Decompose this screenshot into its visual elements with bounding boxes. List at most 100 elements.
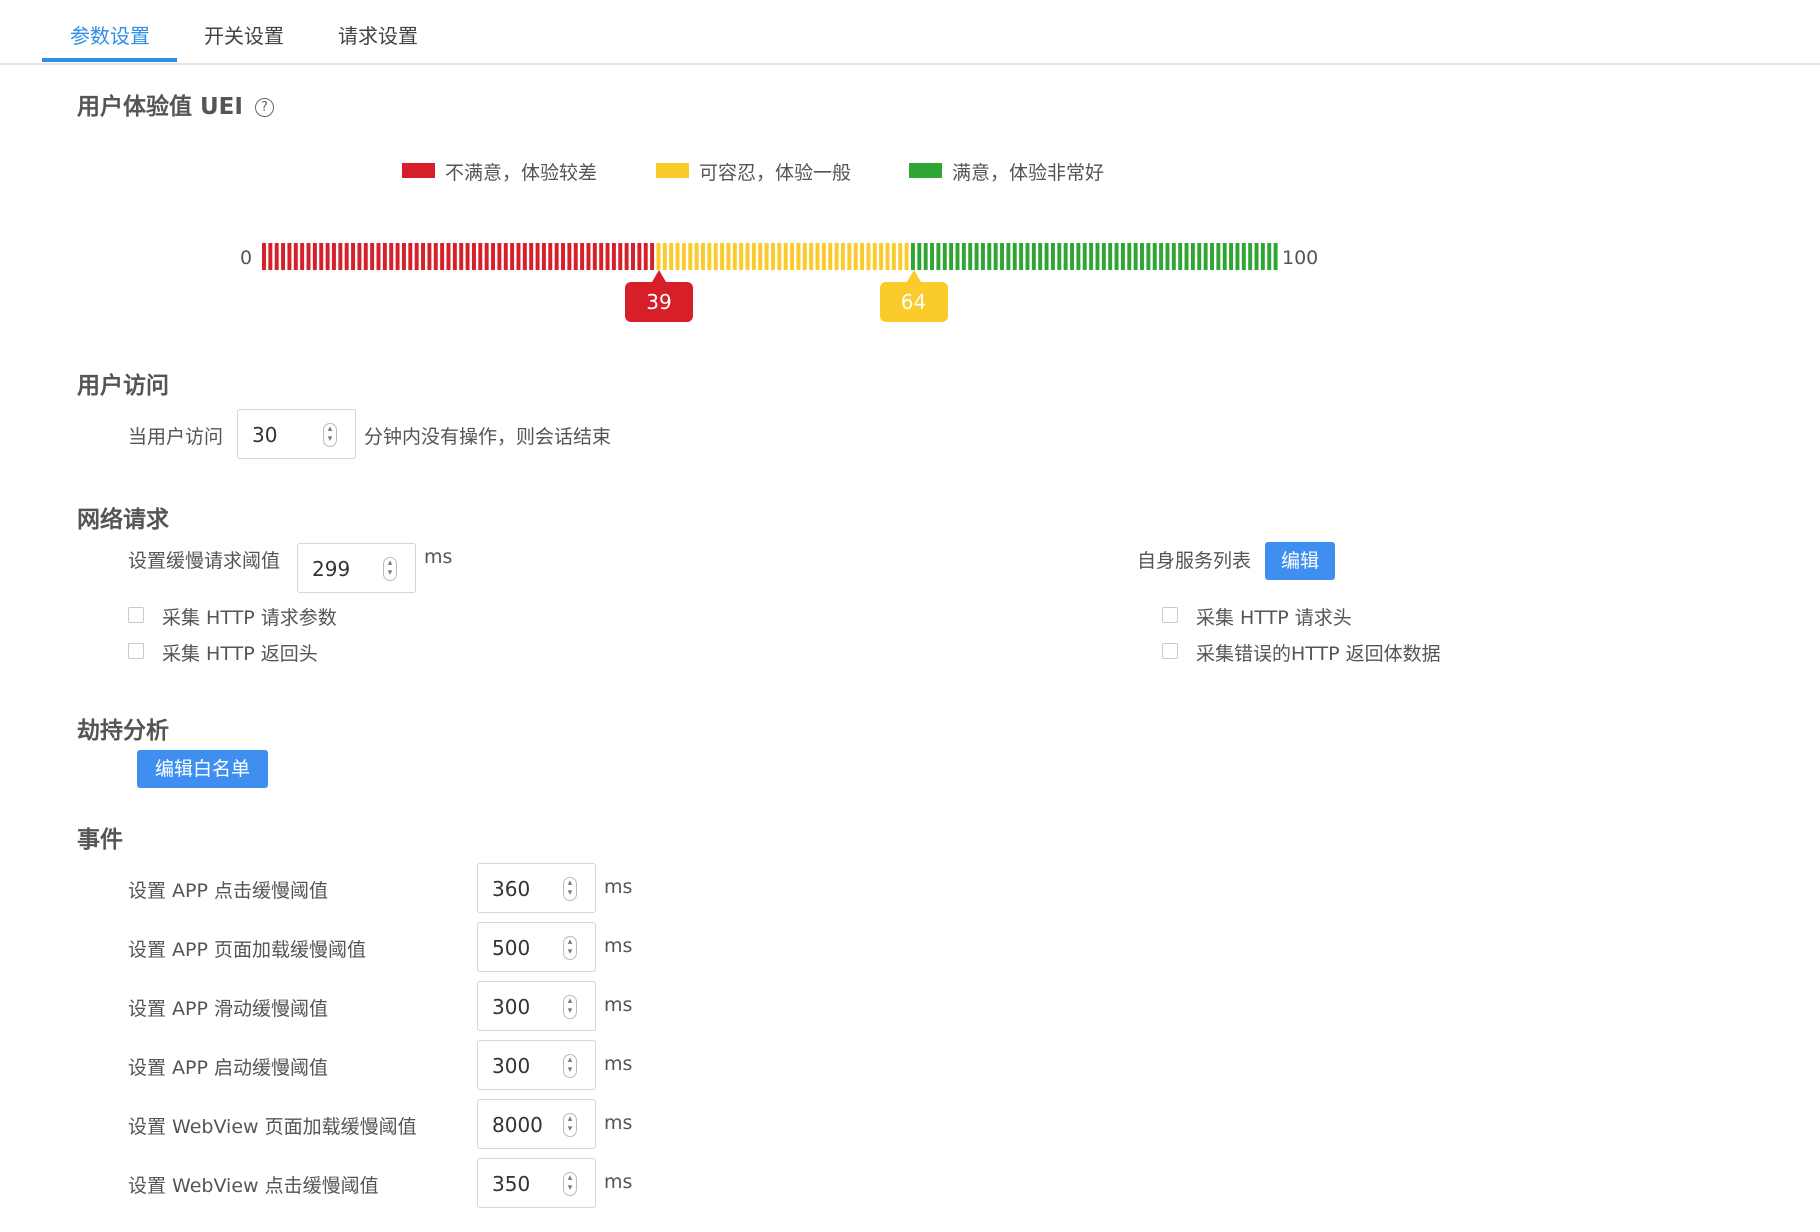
uei-scale-segment	[764, 243, 769, 270]
uei-scale-segment	[611, 243, 616, 270]
uei-scale-segment	[1050, 243, 1055, 270]
event-threshold-stepper[interactable]: 300 ▴ ▾	[477, 1040, 596, 1090]
uei-scale-segment	[904, 243, 909, 270]
tab-switches[interactable]: 开关设置	[204, 20, 284, 49]
event-threshold-unit: ms	[604, 935, 633, 957]
event-threshold-stepper[interactable]: 8000 ▴ ▾	[477, 1099, 596, 1149]
uei-scale-segment	[522, 243, 527, 270]
uei-scale-segment	[491, 243, 495, 270]
event-threshold-stepper[interactable]: 350 ▴ ▾	[477, 1158, 596, 1208]
session-timeout-value: 30	[252, 423, 278, 447]
tab-params[interactable]: 参数设置	[70, 20, 150, 49]
slow-request-unit: ms	[424, 546, 453, 568]
uei-scale-segment	[529, 243, 534, 270]
uei-scale-segment	[898, 243, 903, 270]
user-access-title: 用户访问	[77, 373, 169, 399]
uei-scale-segment	[1178, 243, 1183, 270]
spinner-arrows-icon[interactable]: ▴ ▾	[563, 877, 577, 901]
uei-scale-segment	[1063, 243, 1068, 270]
question-circle-icon[interactable]: ?	[254, 98, 274, 117]
uei-scale-segment	[675, 243, 680, 270]
uei-scale-segment	[351, 243, 356, 270]
collect-request-headers-checkbox[interactable]	[1162, 607, 1178, 623]
uei-scale-segment	[471, 243, 476, 270]
uei-scale-segment	[917, 243, 922, 270]
spinner-arrows-icon[interactable]: ▴ ▾	[563, 936, 577, 960]
event-threshold-value: 350	[492, 1172, 531, 1196]
uei-scale-segment	[815, 243, 820, 270]
uei-scale-segment	[771, 243, 775, 270]
event-threshold-label: 设置 APP 点击缓慢阈值	[128, 880, 328, 902]
event-threshold-stepper[interactable]: 300 ▴ ▾	[477, 981, 596, 1031]
uei-scale-segment	[1254, 243, 1259, 270]
uei-scale-segment	[968, 243, 973, 270]
legend-item-satisfied: 满意，体验非常好	[909, 158, 1104, 185]
event-threshold-unit: ms	[604, 1053, 633, 1075]
collect-request-params-checkbox[interactable]	[128, 607, 144, 623]
uei-scale-segment	[370, 243, 375, 270]
spinner-arrows-icon[interactable]: ▴ ▾	[563, 1054, 577, 1078]
uei-threshold-high-handle[interactable]: 64	[879, 270, 948, 322]
uei-scale-segment	[433, 243, 438, 270]
event-threshold-unit: ms	[604, 1171, 633, 1193]
spinner-arrows-icon[interactable]: ▴ ▾	[323, 423, 337, 447]
collect-response-headers-checkbox[interactable]	[128, 643, 144, 659]
slow-request-stepper[interactable]: 299 ▴ ▾	[297, 543, 416, 593]
spinner-arrows-icon[interactable]: ▴ ▾	[563, 995, 577, 1019]
spinner-arrows-icon[interactable]: ▴ ▾	[563, 1113, 577, 1137]
event-threshold-unit: ms	[604, 1112, 633, 1134]
uei-scale-segment	[955, 243, 960, 270]
slow-request-value: 299	[312, 557, 351, 581]
uei-scale-segment	[1089, 243, 1094, 270]
uei-scale-segment	[1019, 243, 1024, 270]
event-threshold-stepper[interactable]: 360 ▴ ▾	[477, 863, 596, 913]
legend-label: 满意，体验非常好	[952, 162, 1105, 184]
spinner-arrows-icon[interactable]: ▴ ▾	[563, 1172, 577, 1196]
uei-scale-segment	[726, 243, 731, 270]
uei-scale-segment	[751, 243, 756, 270]
collect-error-body-checkbox[interactable]	[1162, 643, 1178, 659]
collect-response-headers-label: 采集 HTTP 返回头	[162, 643, 318, 665]
event-threshold-unit: ms	[604, 876, 633, 898]
uei-scale-segment	[1133, 243, 1138, 270]
uei-scale-segment	[701, 243, 705, 270]
uei-scale-segment	[1216, 243, 1221, 270]
event-threshold-label: 设置 APP 滑动缓慢阈值	[128, 998, 328, 1020]
uei-scale-segment	[1171, 243, 1176, 270]
uei-scale-segment	[1038, 243, 1043, 270]
spinner-arrows-icon[interactable]: ▴ ▾	[383, 557, 397, 581]
uei-scale-segment	[1241, 243, 1246, 270]
events-title: 事件	[77, 827, 123, 853]
session-timeout-stepper[interactable]: 30 ▴ ▾	[237, 409, 356, 459]
uei-scale-segment	[1127, 243, 1132, 270]
uei-scale-segment	[599, 243, 604, 270]
uei-scale-segment	[465, 243, 470, 270]
edit-service-list-button[interactable]: 编辑	[1265, 542, 1335, 580]
uei-scale-segment	[758, 243, 763, 270]
event-threshold-label: 设置 WebView 页面加载缓慢阈值	[128, 1116, 417, 1138]
uei-scale-segment	[1197, 243, 1202, 270]
collect-request-params-label: 采集 HTTP 请求参数	[162, 607, 337, 629]
uei-title: 用户体验值 UEI	[77, 94, 243, 120]
uei-scale-segment	[1114, 243, 1119, 270]
tab-requests[interactable]: 请求设置	[338, 20, 418, 49]
event-threshold-label: 设置 WebView 点击缓慢阈值	[128, 1175, 379, 1197]
uei-scale-segment	[847, 243, 852, 270]
uei-scale-segment	[268, 243, 273, 270]
uei-scale-segment	[745, 243, 750, 270]
uei-scale-segment	[338, 243, 343, 270]
uei-scale-segment	[605, 243, 610, 270]
uei-scale-segment	[382, 243, 387, 270]
uei-scale-segment	[440, 243, 445, 270]
edit-whitelist-button[interactable]: 编辑白名单	[137, 750, 268, 788]
uei-scale-segment	[1044, 243, 1049, 270]
uei-threshold-low-handle[interactable]: 39	[625, 270, 694, 322]
uei-scale-segment	[974, 243, 979, 270]
uei-scale-segment	[592, 243, 597, 270]
uei-scale-segment	[980, 243, 985, 270]
uei-scale-segment	[357, 243, 362, 270]
uei-scale-segment	[1273, 243, 1278, 270]
legend-label: 可容忍，体验一般	[699, 162, 852, 184]
legend-label: 不满意，体验较差	[445, 162, 598, 184]
event-threshold-stepper[interactable]: 500 ▴ ▾	[477, 922, 596, 972]
